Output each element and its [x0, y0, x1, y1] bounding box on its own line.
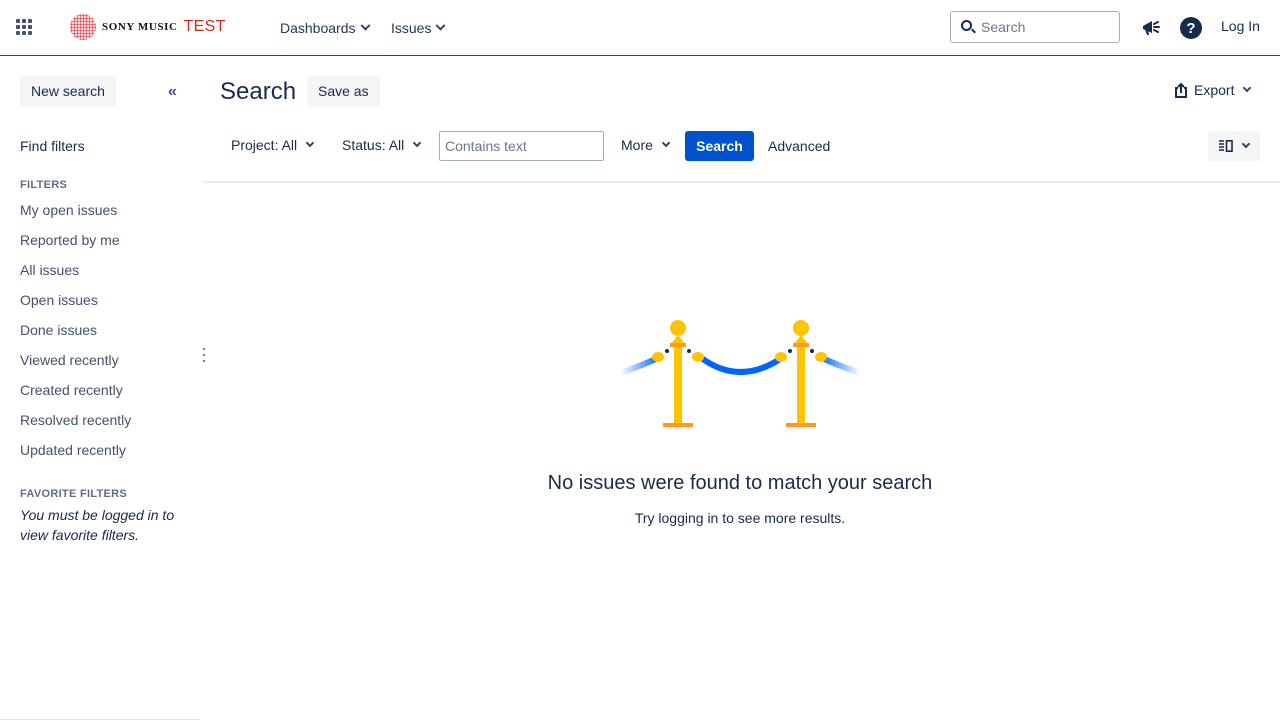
- filter-updated-recently[interactable]: Updated recently: [20, 442, 126, 458]
- new-search-button[interactable]: New search: [20, 76, 116, 106]
- nav-issues[interactable]: Issues: [391, 0, 446, 56]
- filter-bar-divider: [202, 181, 1280, 183]
- help-button[interactable]: ?: [1177, 14, 1205, 42]
- project-filter-label: Project: All: [231, 137, 298, 153]
- help-icon: ?: [1180, 17, 1202, 39]
- status-filter[interactable]: Status: All: [342, 137, 422, 153]
- chevron-down-icon: [1243, 83, 1252, 93]
- chevron-down-icon: [661, 138, 671, 148]
- save-as-button[interactable]: Save as: [307, 76, 380, 106]
- export-icon: [1175, 82, 1187, 98]
- top-navigation-bar: SONY MUSIC TEST Dashboards Issues Search…: [0, 0, 1280, 56]
- nav-dashboards-label: Dashboards: [280, 20, 356, 36]
- environment-label: TEST: [183, 18, 226, 35]
- page-title: Search: [220, 78, 297, 105]
- global-search-input[interactable]: Search: [950, 11, 1120, 43]
- export-label: Export: [1194, 82, 1235, 98]
- status-filter-label: Status: All: [342, 137, 405, 153]
- megaphone-icon: [1143, 21, 1160, 35]
- stanchion-rope-illustration-icon: [619, 320, 861, 427]
- notifications-button[interactable]: [1137, 14, 1165, 42]
- sony-music-logo-icon: [70, 14, 96, 40]
- filters-heading: FILTERS: [20, 179, 68, 191]
- empty-state-subtitle: Try logging in to see more results.: [634, 510, 846, 526]
- app-switcher-icon[interactable]: [16, 19, 32, 35]
- collapse-sidebar-icon[interactable]: «: [168, 83, 177, 101]
- filters-sidebar: New search « Find filters FILTERS My ope…: [0, 57, 200, 720]
- nav-issues-label: Issues: [391, 20, 432, 36]
- nav-dashboards[interactable]: Dashboards: [280, 0, 370, 56]
- filter-reported-by-me[interactable]: Reported by me: [20, 232, 120, 248]
- contains-text-input[interactable]: [439, 131, 604, 161]
- brand-name: SONY MUSIC: [102, 21, 178, 33]
- more-filter-label: More: [621, 137, 653, 153]
- filter-done-issues[interactable]: Done issues: [20, 322, 97, 338]
- site-logo[interactable]: SONY MUSIC TEST: [70, 13, 226, 41]
- search-placeholder: Search: [981, 19, 1026, 35]
- list-view-icon: [1219, 140, 1233, 152]
- advanced-search-link[interactable]: Advanced: [768, 138, 830, 154]
- chevron-down-icon: [436, 20, 446, 31]
- project-filter[interactable]: Project: All: [231, 137, 315, 153]
- filter-created-recently[interactable]: Created recently: [20, 382, 123, 398]
- export-button[interactable]: Export: [1174, 82, 1252, 98]
- chevron-down-icon: [413, 138, 422, 148]
- view-switcher-button[interactable]: [1208, 131, 1260, 161]
- filter-viewed-recently[interactable]: Viewed recently: [20, 352, 119, 368]
- chevron-down-icon: [360, 20, 370, 31]
- search-button[interactable]: Search: [685, 131, 754, 161]
- filter-all-issues[interactable]: All issues: [20, 262, 79, 278]
- filter-my-open-issues[interactable]: My open issues: [20, 202, 117, 218]
- sidebar-resize-handle[interactable]: [203, 348, 207, 362]
- filter-open-issues[interactable]: Open issues: [20, 292, 98, 308]
- chevron-down-icon: [1241, 139, 1251, 149]
- favorite-filters-heading: FAVORITE FILTERS: [20, 488, 128, 500]
- search-icon: [961, 20, 972, 31]
- filter-resolved-recently[interactable]: Resolved recently: [20, 412, 131, 428]
- more-filter[interactable]: More: [621, 137, 671, 153]
- login-link[interactable]: Log In: [1221, 18, 1260, 34]
- chevron-down-icon: [305, 138, 315, 148]
- favorite-filters-note: You must be logged in to view favorite f…: [20, 507, 175, 543]
- find-filters-link[interactable]: Find filters: [20, 138, 85, 154]
- empty-state-title: No issues were found to match your searc…: [547, 472, 933, 494]
